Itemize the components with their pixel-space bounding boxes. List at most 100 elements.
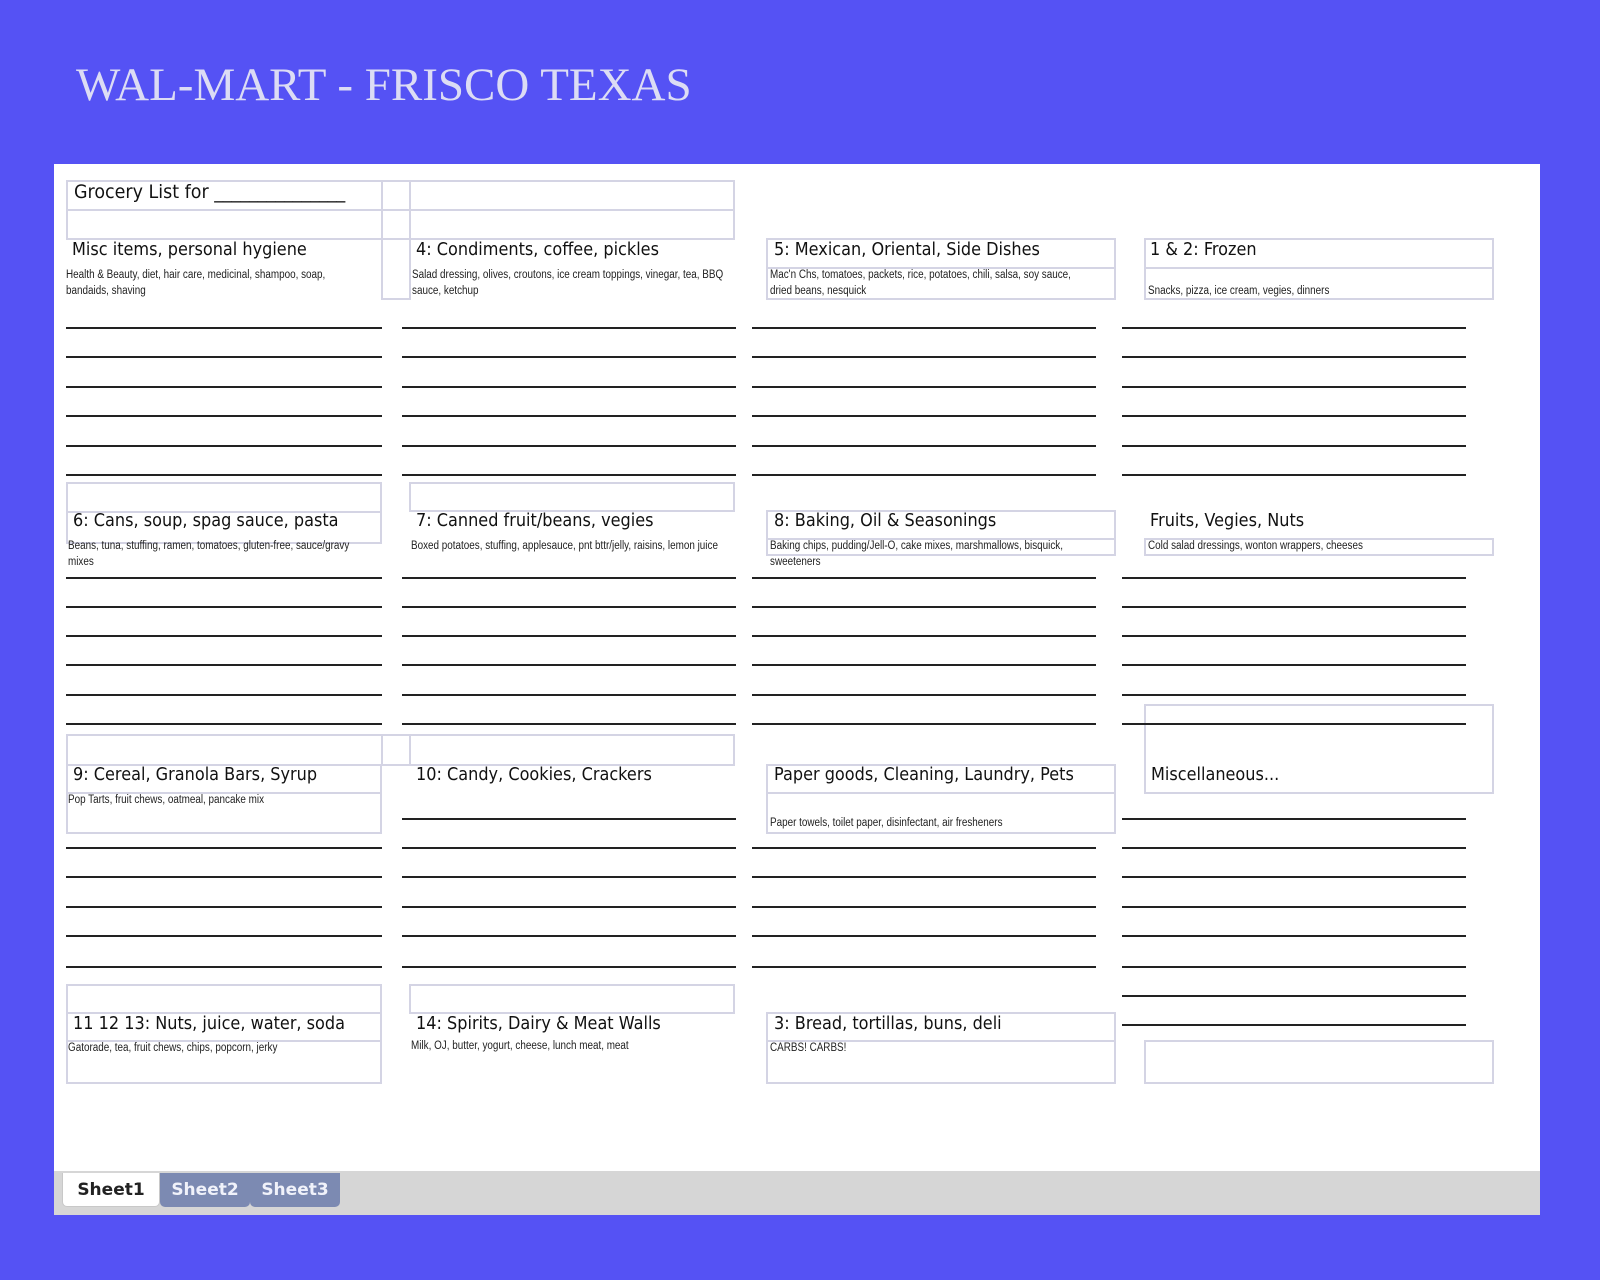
write-in-line: [1122, 847, 1466, 849]
write-in-line: [66, 474, 382, 476]
write-in-line: [402, 474, 736, 476]
write-in-line: [66, 356, 382, 358]
section-title-produce: Fruits, Vegies, Nuts: [1150, 511, 1305, 531]
write-in-line: [402, 935, 736, 937]
section-desc-bread: CARBS! CARBS!: [770, 1042, 847, 1054]
section-desc-frozen: Snacks, pizza, ice cream, vegies, dinner…: [1148, 285, 1330, 297]
write-in-line: [752, 935, 1096, 937]
write-in-line: [66, 664, 382, 666]
write-in-line: [66, 386, 382, 388]
write-in-line: [752, 664, 1096, 666]
write-in-line: [402, 445, 736, 447]
section-title-spirits: 14: Spirits, Dairy & Meat Walls: [416, 1014, 661, 1034]
write-in-line: [752, 876, 1096, 878]
write-in-line: [402, 664, 736, 666]
write-in-line: [752, 577, 1096, 579]
page-title: WAL-MART - FRISCO TEXAS: [76, 59, 692, 111]
write-in-line: [66, 445, 382, 447]
header-row-divider: [66, 209, 735, 211]
write-in-line: [1122, 723, 1466, 725]
spreadsheet-sheet[interactable]: Grocery List for _______________ Misc it…: [54, 164, 1540, 1215]
write-in-line: [752, 356, 1096, 358]
write-in-line: [66, 606, 382, 608]
section-desc-cans: Beans, tuna, stuffing, ramen, tomatoes, …: [68, 540, 350, 568]
write-in-line: [66, 723, 382, 725]
write-in-line: [66, 635, 382, 637]
write-in-line: [1122, 818, 1466, 820]
write-in-line: [66, 327, 382, 329]
write-in-line: [1122, 906, 1466, 908]
section-title-mexican: 5: Mexican, Oriental, Side Dishes: [774, 240, 1040, 260]
write-in-line: [402, 906, 736, 908]
write-in-line: [402, 876, 736, 878]
write-in-line: [402, 415, 736, 417]
section-title-miscellaneous: Miscellaneous...: [1151, 765, 1280, 785]
section-box-misc-end: [1144, 1040, 1494, 1084]
write-in-line: [66, 906, 382, 908]
write-in-line: [752, 723, 1096, 725]
tab-sheet2[interactable]: Sheet2: [160, 1173, 250, 1207]
section-title-nuts-juice: 11 12 13: Nuts, juice, water, soda: [73, 1014, 346, 1034]
write-in-line: [1122, 356, 1466, 358]
section-title-bread: 3: Bread, tortillas, buns, deli: [774, 1014, 1002, 1034]
write-in-line: [752, 694, 1096, 696]
section-title-misc-hygiene: Misc items, personal hygiene: [72, 240, 307, 260]
section-box-row4-header: [66, 984, 382, 1014]
section-title-candy: 10: Candy, Cookies, Crackers: [416, 765, 652, 785]
write-in-line: [66, 577, 382, 579]
write-in-line: [1122, 577, 1466, 579]
section-box-canned-fruit: [409, 482, 735, 512]
section-divider: [766, 792, 1116, 794]
write-in-line: [752, 966, 1096, 968]
write-in-line: [752, 906, 1096, 908]
write-in-line: [402, 966, 736, 968]
write-in-line: [752, 635, 1096, 637]
section-desc-produce: Cold salad dressings, wonton wrappers, c…: [1148, 540, 1363, 552]
write-in-line: [1122, 386, 1466, 388]
section-desc-spirits: Milk, OJ, butter, yogurt, cheese, lunch …: [411, 1040, 629, 1052]
write-in-line: [1122, 966, 1466, 968]
header-col-divider: [409, 734, 411, 764]
write-in-line: [66, 415, 382, 417]
section-title-paper: Paper goods, Cleaning, Laundry, Pets: [774, 765, 1074, 785]
write-in-line: [1122, 635, 1466, 637]
tab-sheet1[interactable]: Sheet1: [62, 1173, 160, 1207]
write-in-line: [752, 847, 1096, 849]
write-in-line: [66, 876, 382, 878]
tab-sheet3[interactable]: Sheet3: [250, 1173, 340, 1207]
write-in-line: [402, 847, 736, 849]
section-title-cans: 6: Cans, soup, spag sauce, pasta: [73, 511, 339, 531]
write-in-line: [402, 577, 736, 579]
write-in-line: [1122, 474, 1466, 476]
write-in-line: [1122, 415, 1466, 417]
section-desc-canned-fruit: Boxed potatoes, stuffing, applesauce, pn…: [411, 540, 718, 552]
write-in-line: [1122, 664, 1466, 666]
section-box-row3-header: [66, 734, 735, 766]
section-desc-cereal: Pop Tarts, fruit chews, oatmeal, pancake…: [68, 794, 265, 806]
section-desc-mexican: Mac'n Chs, tomatoes, packets, rice, pota…: [770, 269, 1071, 297]
write-in-line: [66, 935, 382, 937]
write-in-line: [752, 386, 1096, 388]
write-in-line: [66, 847, 382, 849]
section-divider: [1144, 267, 1494, 269]
write-in-line: [402, 386, 736, 388]
write-in-line: [402, 723, 736, 725]
grocery-list-header[interactable]: Grocery List for _______________: [74, 181, 345, 203]
header-col-divider: [409, 180, 411, 240]
write-in-line: [402, 635, 736, 637]
section-title-frozen: 1 & 2: Frozen: [1150, 240, 1257, 260]
write-in-line: [66, 694, 382, 696]
write-in-line: [402, 356, 736, 358]
write-in-line: [1122, 606, 1466, 608]
sheet-tab-bar: Sheet1 Sheet2 Sheet3: [54, 1171, 1540, 1215]
write-in-line: [402, 818, 736, 820]
section-title-cereal: 9: Cereal, Granola Bars, Syrup: [73, 765, 318, 785]
write-in-line: [752, 445, 1096, 447]
write-in-line: [1122, 694, 1466, 696]
section-desc-paper: Paper towels, toilet paper, disinfectant…: [770, 817, 1003, 829]
header-side-cell: [381, 238, 411, 300]
write-in-line: [1122, 1024, 1466, 1026]
write-in-line: [1122, 327, 1466, 329]
section-desc-misc-hygiene: Health & Beauty, diet, hair care, medici…: [66, 269, 326, 297]
header-col-divider: [381, 734, 383, 764]
